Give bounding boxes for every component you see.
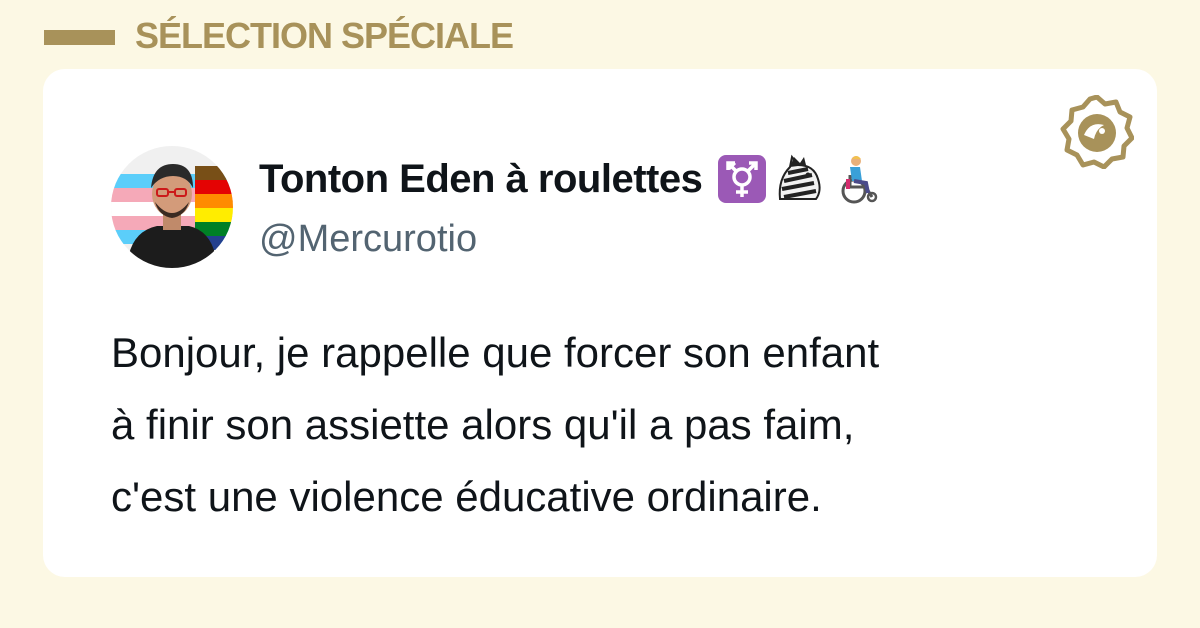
- header-accent-bar: [44, 30, 115, 45]
- tweet-card[interactable]: Tonton Eden à roulettes @Mercurotio Bonj…: [43, 69, 1157, 577]
- tweet-line: Bonjour, je rappelle que forcer son enfa…: [111, 329, 880, 376]
- tweet-line: c'est une violence éducative ordinaire.: [111, 473, 822, 520]
- author-handle[interactable]: @Mercurotio: [259, 217, 477, 261]
- brand-logo-icon: [1060, 94, 1135, 170]
- wheelchair-person-icon: [832, 153, 884, 205]
- author-name-row[interactable]: Tonton Eden à roulettes: [259, 149, 884, 209]
- transgender-symbol-icon: [716, 153, 768, 205]
- tweet-body: Bonjour, je rappelle que forcer son enfa…: [111, 317, 1121, 533]
- author-display-name[interactable]: Tonton Eden à roulettes: [259, 157, 703, 202]
- tweet-line: à finir son assiette alors qu'il a pas f…: [111, 401, 855, 448]
- section-title: SÉLECTION SPÉCIALE: [135, 15, 514, 56]
- author-avatar[interactable]: [111, 146, 233, 268]
- zebra-icon: [774, 153, 826, 205]
